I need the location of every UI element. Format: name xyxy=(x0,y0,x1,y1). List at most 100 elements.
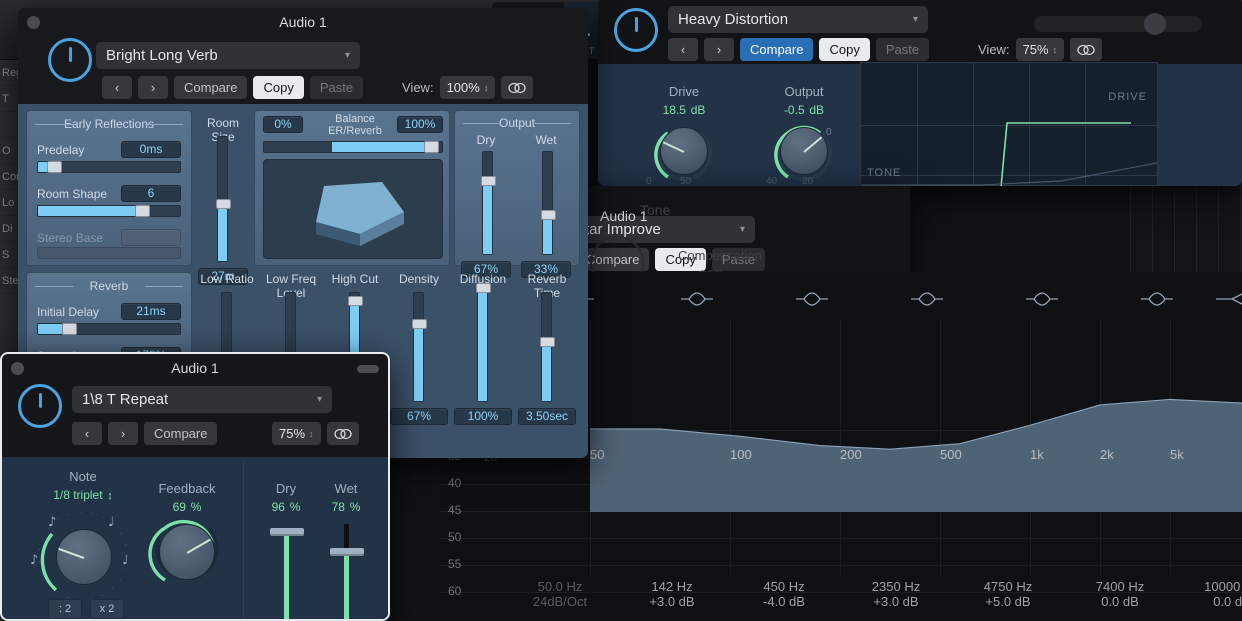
feedback-knob[interactable] xyxy=(159,524,215,580)
note-knob[interactable] xyxy=(56,529,112,585)
delay-wet-control[interactable]: Wet 78 % xyxy=(318,481,374,621)
balance-er-value[interactable]: 0% xyxy=(263,116,303,133)
close-icon[interactable] xyxy=(11,362,24,375)
distortion-header-slider[interactable] xyxy=(1034,16,1202,32)
eq-band-readout[interactable]: 10000 Hz0.0 dB xyxy=(1182,579,1242,609)
eq-band-frequency[interactable]: 10000 Hz xyxy=(1182,579,1242,594)
room-size-slider[interactable] xyxy=(217,136,228,262)
reverb-view-value[interactable]: 100%↕ xyxy=(440,76,496,99)
eq-band-frequency[interactable]: 2350 Hz xyxy=(846,579,946,594)
reverb-paste-button[interactable]: Paste xyxy=(310,76,363,99)
eq-band-readout[interactable]: 4750 Hz+5.0 dB xyxy=(958,579,1058,609)
eq-band-gain[interactable]: +5.0 dB xyxy=(958,594,1058,609)
delay-dry-fader-handle[interactable] xyxy=(270,528,304,536)
eq-band-frequency[interactable]: 4750 Hz xyxy=(958,579,1058,594)
reverb-copy-button[interactable]: Copy xyxy=(253,76,303,99)
feedback-control[interactable]: Feedback 69 % xyxy=(132,481,242,596)
link-icon[interactable] xyxy=(327,422,359,445)
reverb-slider-track[interactable] xyxy=(541,292,552,402)
delay-wet-fader-handle[interactable] xyxy=(330,548,364,556)
distortion-compare-button[interactable]: Compare xyxy=(740,38,813,61)
delay-view-value[interactable]: 75%↕ xyxy=(272,422,321,445)
initial-delay-slider[interactable] xyxy=(37,323,181,335)
output-dry-slider[interactable] xyxy=(482,151,493,255)
eq-band-gain[interactable]: 24dB/Oct xyxy=(510,594,610,609)
eq-band-readout[interactable]: 450 Hz-4.0 dB xyxy=(734,579,834,609)
distortion-paste-button[interactable]: Paste xyxy=(876,38,929,61)
predelay-value[interactable]: 0ms xyxy=(121,141,181,158)
reverb-prev-preset-button[interactable]: ‹ xyxy=(102,76,132,99)
delay-dry-control[interactable]: Dry 96 % xyxy=(258,481,314,621)
output-wet-slider[interactable] xyxy=(542,151,553,255)
distortion-next-preset-button[interactable]: › xyxy=(704,38,734,61)
eq-band-gain[interactable]: 0.0 dB xyxy=(1182,594,1242,609)
reverb-slider-4[interactable]: Diffusion100% xyxy=(452,272,514,286)
eq-band-frequency[interactable]: 450 Hz xyxy=(734,579,834,594)
room-size-control[interactable]: Room Size 27m xyxy=(196,116,250,144)
note-divide-button[interactable]: : 2 xyxy=(48,599,82,619)
eq-band-gain[interactable]: +3.0 dB xyxy=(622,594,722,609)
reverb-next-preset-button[interactable]: › xyxy=(138,76,168,99)
link-icon[interactable] xyxy=(501,76,533,99)
delay-compare-button[interactable]: Compare xyxy=(144,422,217,445)
eq-band-handle-bell-icon[interactable] xyxy=(794,288,830,315)
eq-band-handle-bell-icon[interactable] xyxy=(1024,288,1060,315)
eq-band-readout[interactable]: 7400 Hz0.0 dB xyxy=(1070,579,1170,609)
delay-power-button[interactable] xyxy=(18,384,62,428)
distortion-output-knob[interactable] xyxy=(780,127,828,175)
window-menu-icon[interactable] xyxy=(357,365,379,373)
eq-band-handle-bell-icon[interactable] xyxy=(1139,288,1175,315)
reverb-slider-3[interactable]: Density67% xyxy=(388,272,450,286)
reverb-slider-value[interactable]: 67% xyxy=(390,408,448,425)
note-multiply-button[interactable]: x 2 xyxy=(90,599,124,619)
eq-band-readout[interactable]: 50.0 Hz24dB/Oct xyxy=(510,579,610,609)
delay-preset-select[interactable]: 1\8 T Repeat ▾ xyxy=(72,386,332,413)
distortion-prev-preset-button[interactable]: ‹ xyxy=(668,38,698,61)
distortion-preset-select[interactable]: Heavy Distortion ▾ xyxy=(668,6,928,33)
eq-band-handle-lowpass-icon[interactable] xyxy=(1214,288,1242,315)
distortion-output-control[interactable]: Output -0.5 dB 0 xyxy=(744,84,864,185)
stereo-base-value[interactable] xyxy=(121,229,181,246)
eq-band-frequency[interactable]: 7400 Hz xyxy=(1070,579,1170,594)
eq-band-handle-bell-icon[interactable] xyxy=(679,288,715,315)
delay-next-preset-button[interactable]: › xyxy=(108,422,138,445)
delay-plugin-window[interactable]: Audio 1 1\8 T Repeat ▾ ‹ › Compare 75%↕ xyxy=(0,352,390,621)
reverb-slider-5[interactable]: Reverb Time3.50sec xyxy=(516,272,578,300)
eq-band-readout[interactable]: 2350 Hz+3.0 dB xyxy=(846,579,946,609)
reverb-slider-0[interactable]: Low Ratio xyxy=(196,272,258,286)
room-shape-slider[interactable] xyxy=(37,205,181,217)
reverb-slider-1[interactable]: Low Freq Level xyxy=(260,272,322,300)
eq-band-gain[interactable]: 0.0 dB xyxy=(1070,594,1170,609)
reverb-compare-button[interactable]: Compare xyxy=(174,76,247,99)
distortion-plugin-window[interactable]: Heavy Distortion ▾ ‹ › Compare Copy Past… xyxy=(598,0,1242,186)
distortion-response-graph[interactable]: DRIVE TONE xyxy=(860,62,1158,186)
reverb-slider-value[interactable]: 3.50sec xyxy=(518,408,576,425)
stereo-base-slider[interactable] xyxy=(37,247,181,259)
close-icon[interactable] xyxy=(27,16,40,29)
reverb-preset-select[interactable]: Bright Long Verb ▾ xyxy=(96,42,360,69)
eq-band-readout[interactable]: 142 Hz+3.0 dB xyxy=(622,579,722,609)
distortion-copy-button[interactable]: Copy xyxy=(819,38,869,61)
link-icon[interactable] xyxy=(1070,38,1102,61)
balance-reverb-value[interactable]: 100% xyxy=(397,116,443,133)
reverb-slider-value[interactable]: 100% xyxy=(454,408,512,425)
eq-band-gain[interactable]: +3.0 dB xyxy=(846,594,946,609)
distortion-power-button[interactable] xyxy=(614,8,658,52)
drive-control[interactable]: Drive 18.5 dB xyxy=(624,84,744,185)
eq-band-frequency[interactable]: 50.0 Hz xyxy=(510,579,610,594)
eq-band-gain[interactable]: -4.0 dB xyxy=(734,594,834,609)
room-shape-value[interactable]: 6 xyxy=(121,185,181,202)
delay-prev-preset-button[interactable]: ‹ xyxy=(72,422,102,445)
reverb-slider-track[interactable] xyxy=(413,292,424,402)
drive-knob[interactable] xyxy=(660,127,708,175)
reverb-slider-2[interactable]: High Cut xyxy=(324,272,386,286)
initial-delay-value[interactable]: 21ms xyxy=(121,303,181,320)
reverb-power-button[interactable] xyxy=(48,38,92,82)
eq-band-handle-bell-icon[interactable] xyxy=(909,288,945,315)
room-shape-display[interactable] xyxy=(263,159,443,259)
balance-slider[interactable] xyxy=(263,141,443,153)
predelay-slider[interactable] xyxy=(37,161,181,173)
reverb-slider-track[interactable] xyxy=(477,292,488,402)
eq-band-frequency[interactable]: 142 Hz xyxy=(622,579,722,594)
distortion-view-value[interactable]: 75%↕ xyxy=(1016,38,1065,61)
